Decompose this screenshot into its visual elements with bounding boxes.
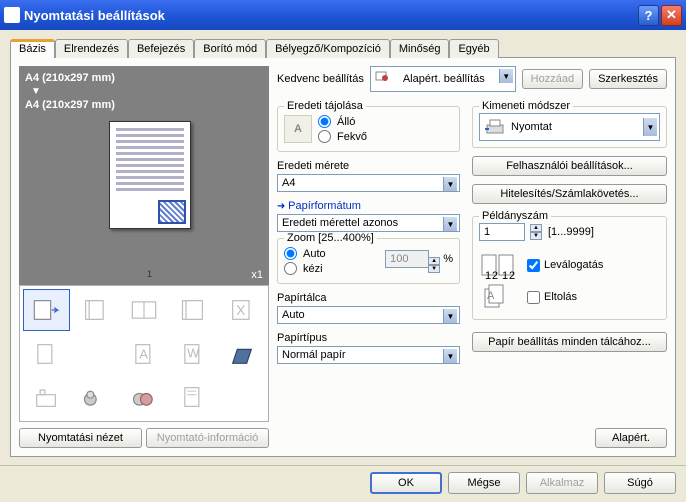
copies-range: [1...9999] [548,226,594,238]
tray-label: Papírtálca [277,292,460,304]
option-icon[interactable] [23,376,70,418]
option-icon-grid: A W [19,285,269,422]
down-arrow-icon: ▼ [31,86,263,97]
output-group: Kimeneti módszer Nyomtat [472,106,667,148]
option-icon[interactable] [218,289,265,331]
svg-text:1: 1 [485,270,491,281]
option-icon[interactable] [72,376,119,418]
option-icon[interactable] [169,376,216,418]
tab-panel: A4 (210x297 mm) ▼ A4 (210x297 mm) 1 x1 [10,57,676,457]
preview-from-size: A4 (210x297 mm) [25,72,263,84]
printer-icon [4,7,20,23]
collate-checkbox[interactable]: Leválogatás [527,259,603,272]
option-icon[interactable] [121,376,168,418]
svg-text:A: A [487,290,495,302]
tab-basis[interactable]: Bázis [10,39,55,58]
output-legend: Kimeneti módszer [479,100,573,112]
offset-checkbox[interactable]: Eltolás [527,291,577,304]
zoom-auto-radio[interactable]: Auto [284,247,326,260]
orientation-icon: A [284,115,312,143]
zoom-group: Zoom [25...400%] Auto kézi 100▲▼ % [277,238,460,284]
favorite-value: Alapért. beállítás [403,73,485,85]
printer-info-button: Nyomtató-információ [146,428,269,448]
window-title: Nyomtatási beállítások [24,8,636,23]
dialog-button-bar: OK Mégse Alkalmaz Súgó [0,465,686,500]
copies-group: Példányszám ▲▼ [1...9999] 1212 Leválogat… [472,216,667,320]
svg-text:W: W [187,345,200,360]
zoom-unit: % [443,253,453,265]
landscape-radio[interactable]: Fekvő [318,130,367,143]
offset-icon: A [479,281,519,313]
print-view-button[interactable]: Nyomtatási nézet [19,428,142,448]
orientation-legend: Eredeti tájolása [284,100,366,112]
option-icon[interactable] [169,289,216,331]
option-icon[interactable]: W [169,333,216,375]
copies-input[interactable] [479,223,525,241]
option-icon[interactable]: A [121,333,168,375]
svg-text:1: 1 [502,270,508,281]
help-button[interactable]: ? [638,5,659,26]
option-icon[interactable] [23,289,70,331]
copies-spinner[interactable]: ▲▼ [530,224,542,240]
title-bar: Nyomtatási beállítások ? ✕ [0,0,686,30]
svg-text:2: 2 [509,270,515,281]
option-icon[interactable] [218,333,265,375]
orientation-group: Eredeti tájolása A Álló Fekvő [277,106,460,152]
page-preview: A4 (210x297 mm) ▼ A4 (210x297 mm) 1 x1 [19,66,269,285]
tab-other[interactable]: Egyéb [449,39,498,58]
tab-cover[interactable]: Borító mód [194,39,266,58]
svg-text:2: 2 [492,270,498,281]
default-button[interactable]: Alapért. [595,428,667,448]
zoom-spinner[interactable]: ▲▼ [428,257,440,273]
zoom-manual-radio[interactable]: kézi [284,262,326,275]
tray-combo[interactable]: Auto [277,306,460,324]
orig-size-combo[interactable]: A4 [277,174,460,192]
option-icon[interactable] [121,289,168,331]
output-combo[interactable]: Nyomtat [479,113,660,141]
paper-type-combo[interactable]: Normál papír [277,346,460,364]
favorite-label: Kedvenc beállítás [277,73,364,85]
edit-favorite-button[interactable]: Szerkesztés [589,69,667,89]
favorite-combo[interactable]: Alapért. beállítás [370,66,516,92]
option-icon[interactable] [72,333,119,375]
tab-layout[interactable]: Elrendezés [55,39,128,58]
output-value: Nyomtat [511,121,552,133]
option-icon[interactable] [218,376,265,418]
option-icon[interactable] [23,333,70,375]
copies-legend: Példányszám [479,210,551,222]
add-favorite-button: Hozzáad [522,69,583,89]
zoom-value-input[interactable]: 100 [385,250,429,268]
apply-button: Alkalmaz [526,472,598,494]
preview-page [109,121,191,229]
svg-text:A: A [139,346,148,361]
preview-multiplier: x1 [251,269,263,281]
tab-finish[interactable]: Befejezés [128,39,194,58]
help-button[interactable]: Súgó [604,472,676,494]
tab-quality[interactable]: Minőség [390,39,450,58]
auth-button[interactable]: Hitelesítés/Számlakövetés... [472,184,667,204]
orig-size-label: Eredeti mérete [277,160,460,172]
paper-type-label: Papírtípus [277,332,460,344]
ok-button[interactable]: OK [370,472,442,494]
preview-page-number: 1 [147,269,152,279]
tab-stamp[interactable]: Bélyegző/Kompozíció [266,39,390,58]
tab-strip: Bázis Elrendezés Befejezés Borító mód Bé… [10,38,676,57]
collate-icon: 1212 [479,249,519,281]
paper-all-trays-button[interactable]: Papír beállítás minden tálcához... [472,332,667,352]
paper-format-combo[interactable]: Eredeti mérettel azonos [277,214,460,232]
option-icon[interactable] [72,289,119,331]
zoom-legend: Zoom [25...400%] [284,232,377,244]
printer-icon [483,117,507,137]
paper-format-label: Papírformátum [277,200,460,212]
favorite-icon [375,69,399,89]
portrait-radio[interactable]: Álló [318,115,367,128]
cancel-button[interactable]: Mégse [448,472,520,494]
preview-to-size: A4 (210x297 mm) [25,99,263,111]
user-settings-button[interactable]: Felhasználói beállítások... [472,156,667,176]
close-button[interactable]: ✕ [661,5,682,26]
